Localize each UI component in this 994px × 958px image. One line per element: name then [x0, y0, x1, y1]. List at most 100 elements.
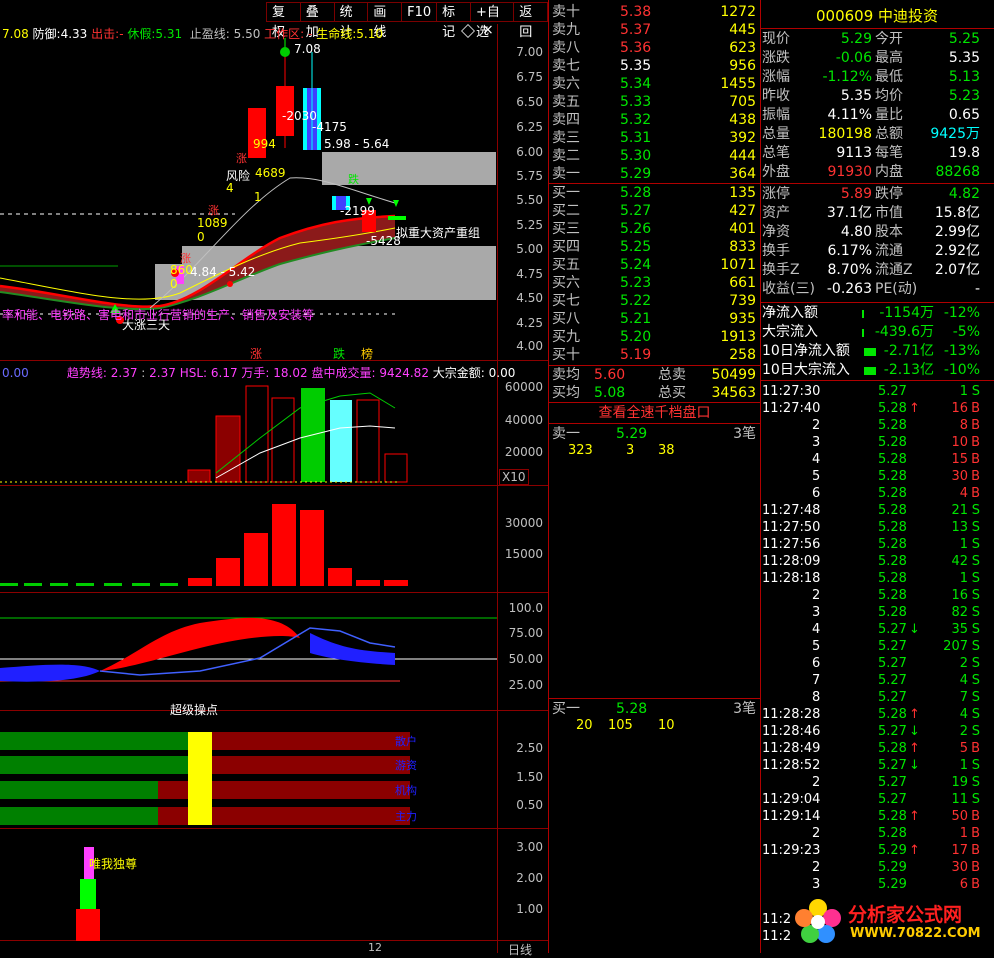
tick-time: 3 [812, 605, 821, 620]
buy-row[interactable]: 买三 5.26 401 [550, 220, 758, 238]
tick-row[interactable]: 11:29:23 5.29 ↑ 17 B [762, 842, 992, 859]
buy-row[interactable]: 买五 5.24 1071 [550, 256, 758, 274]
tick-row[interactable]: 2 5.28 16 S [762, 587, 992, 604]
ann-994: 994 [253, 137, 276, 151]
tick-row[interactable]: 11:28:28 5.28 ↑ 4 S [762, 706, 992, 723]
tick-row[interactable]: 6 5.27 2 S [762, 655, 992, 672]
tick-side: B [971, 486, 980, 501]
sell1-count: 3笔 [733, 426, 756, 442]
toolbar-diejia-button[interactable]: 叠加 [299, 2, 334, 40]
tick-volume: 16 [951, 588, 968, 603]
tick-row[interactable]: 3 5.29 6 B [762, 876, 992, 893]
tick-row[interactable]: 11:28:09 5.28 42 S [762, 553, 992, 570]
tick-price: 5.27 [878, 384, 907, 399]
tick-row[interactable]: 11:28:46 5.27 ↓ 2 S [762, 723, 992, 740]
tick-side: B [971, 809, 980, 824]
ann-4: 4 [226, 181, 234, 195]
ann-ticker-text: 率和能、电铁路、害电和市业行营销的生产、销售及安装等 [2, 308, 315, 322]
tick-row[interactable]: 2 5.28 8 B [762, 417, 992, 434]
tick-row[interactable]: 8 5.27 7 S [762, 689, 992, 706]
toolbar-huaxian-button[interactable]: 画线 [367, 2, 402, 40]
tick-time: 11:28:09 [762, 554, 821, 569]
sell-row[interactable]: 卖十 5.38 1272 [550, 3, 758, 21]
tick-volume: 4 [959, 673, 968, 688]
tick-row[interactable]: 2 5.29 30 B [762, 859, 992, 876]
tick-row[interactable]: 11:28:18 5.28 1 S [762, 570, 992, 587]
toolbar-f10-button[interactable]: F10 [401, 2, 437, 22]
buy-row[interactable]: 买四 5.25 833 [550, 238, 758, 256]
sell-row[interactable]: 卖七 5.35 956 [550, 57, 758, 75]
stock-title[interactable]: 000609 中迪投资 [762, 5, 992, 26]
tick-row[interactable]: 11:27:56 5.28 1 S [762, 536, 992, 553]
tick-time: 6 [812, 486, 821, 501]
indicator-4-chart[interactable]: 散户 游资 机构 主力 [0, 712, 497, 827]
tick-row[interactable]: 11:28:49 5.28 ↑ 5 B [762, 740, 992, 757]
buy-row[interactable]: 买二 5.27 427 [550, 202, 758, 220]
buy-row[interactable]: 买八 5.21 935 [550, 310, 758, 328]
buy-row[interactable]: 买十 5.19 258 [550, 346, 758, 364]
tick-row[interactable]: 2 5.28 1 B [762, 825, 992, 842]
tick-row[interactable]: 6 5.28 4 B [762, 485, 992, 502]
full-depth-button[interactable]: 查看全速千档盘口 [549, 403, 760, 423]
buy-level-name: 买三 [552, 221, 580, 237]
tick-row[interactable]: 11:29:04 5.27 11 S [762, 791, 992, 808]
sell-row[interactable]: 卖四 5.32 438 [550, 111, 758, 129]
buy-level-name: 买四 [552, 239, 580, 255]
sell-row[interactable]: 卖一 5.29 364 [550, 165, 758, 183]
tick-row[interactable]: 4 5.27 ↓ 35 S [762, 621, 992, 638]
tick-row[interactable]: 5 5.28 30 B [762, 468, 992, 485]
diamond-icon[interactable] [460, 23, 476, 39]
buy-row[interactable]: 买一 5.28 135 [550, 184, 758, 202]
ind3-tick: 50.00 [508, 652, 543, 666]
sell-price: 5.35 [620, 58, 652, 74]
toolbar-biaoji-button[interactable]: 标记 [436, 2, 470, 40]
sell-row[interactable]: 卖五 5.33 705 [550, 93, 758, 111]
tick-row[interactable]: 11:27:40 5.28 ↑ 16 B [762, 400, 992, 417]
tick-volume: 42 [951, 554, 968, 569]
indicator-2-chart[interactable] [0, 486, 497, 592]
indicator-5-chart[interactable]: 唯我独尊 [0, 829, 497, 941]
fund-flow-row: 大宗流入 -439.6万 -5% [762, 323, 992, 342]
toolbar-zixuan-button[interactable]: +自选 [469, 2, 514, 40]
tick-row[interactable]: 5 5.27 207 S [762, 638, 992, 655]
sell-row[interactable]: 卖三 5.31 392 [550, 129, 758, 147]
close-icon[interactable]: × [482, 22, 494, 38]
sell-row[interactable]: 卖八 5.36 623 [550, 39, 758, 57]
right-clipped-column [986, 32, 994, 932]
quote-value: 4.11% [827, 107, 872, 123]
ann-zone-2: 4.84 - 5.42 [190, 265, 256, 279]
toolbar-fanhui-button[interactable]: 返回 [513, 2, 549, 40]
sell-row[interactable]: 卖九 5.37 445 [550, 21, 758, 39]
tick-row[interactable]: 3 5.28 10 B [762, 434, 992, 451]
ann-0-2: 0 [170, 277, 178, 291]
toolbar-tongji-button[interactable]: 统计 [333, 2, 368, 40]
indicator-3-chart[interactable] [0, 593, 497, 709]
flow-pct: -13% [943, 343, 980, 359]
book-summary-buy: 买均 5.08 总买 34563 [550, 384, 758, 402]
ann-1089: 1089 [197, 216, 228, 230]
tick-row[interactable]: 11:27:30 5.27 1 S [762, 383, 992, 400]
tick-row[interactable]: 7 5.27 4 S [762, 672, 992, 689]
chart-area[interactable]: 复权 叠加 统计 画线 F10 标记 +自选 返回 7.08 防御:4.33 出… [0, 0, 549, 957]
quote-row: 总量 180198 总额 9425万 [762, 125, 992, 144]
tick-row[interactable]: 3 5.28 82 S [762, 604, 992, 621]
tick-row[interactable]: 2 5.27 19 S [762, 774, 992, 791]
tick-time: 11:27:50 [762, 520, 821, 535]
buy-row[interactable]: 买七 5.22 739 [550, 292, 758, 310]
tick-row[interactable]: 11:28:52 5.27 ↓ 1 S [762, 757, 992, 774]
tick-row[interactable]: 11:29:14 5.28 ↑ 50 B [762, 808, 992, 825]
tick-side: S [971, 673, 980, 688]
ann-zhang-1: 涨 [236, 152, 247, 165]
buy-row[interactable]: 买九 5.20 1913 [550, 328, 758, 346]
volume-chart[interactable] [0, 378, 497, 484]
tick-row[interactable]: 11:27:48 5.28 21 S [762, 502, 992, 519]
period-label[interactable]: 日线 [508, 941, 532, 958]
sell-row[interactable]: 卖六 5.34 1455 [550, 75, 758, 93]
tick-row[interactable]: 4 5.28 15 B [762, 451, 992, 468]
tick-row[interactable]: 11:27:50 5.28 13 S [762, 519, 992, 536]
quote-value: 4.82 [948, 186, 980, 202]
sell-row[interactable]: 卖二 5.30 444 [550, 147, 758, 165]
toolbar-fuquan-button[interactable]: 复权 [266, 2, 300, 40]
buy-row[interactable]: 买六 5.23 661 [550, 274, 758, 292]
sell1-order: 323 [568, 443, 593, 458]
